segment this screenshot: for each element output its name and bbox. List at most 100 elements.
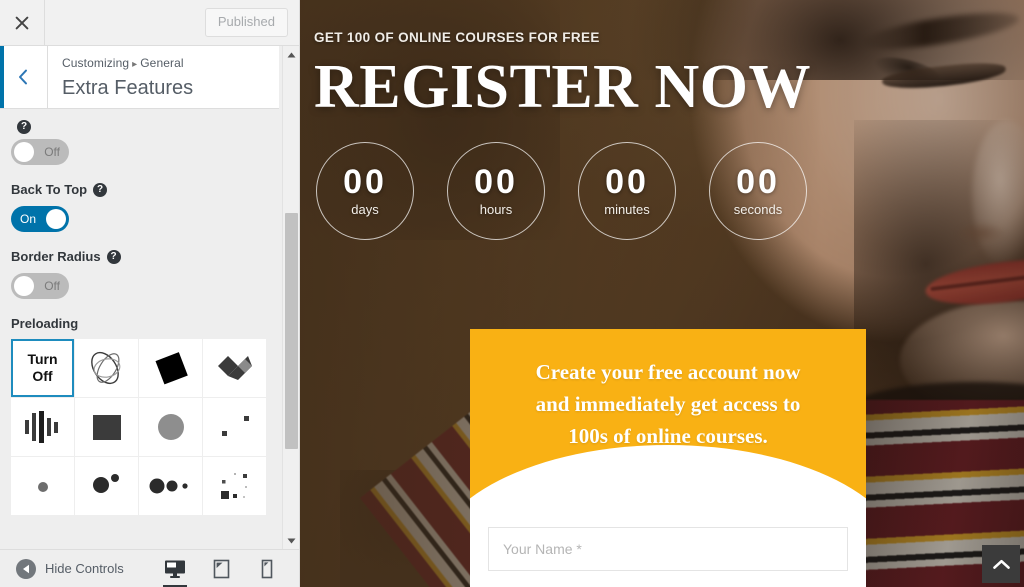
signup-form (470, 527, 866, 587)
single-dot-icon (37, 482, 48, 492)
countdown-value-minutes: 00 (605, 162, 649, 201)
breadcrumb-separator-icon: ▸ (132, 59, 138, 70)
preloader-option-two-dots[interactable] (75, 457, 138, 515)
countdown-value-seconds: 00 (736, 162, 780, 201)
close-icon (15, 16, 29, 29)
preloader-option-orbit-rings[interactable] (75, 339, 138, 397)
countdown-label-hours: hours (479, 201, 513, 217)
square-cluster-icon (220, 473, 247, 499)
preloader-option-two-small-squares[interactable] (203, 398, 266, 456)
signup-card: Create your free account now and immedia… (470, 329, 866, 587)
device-tablet-button[interactable] (207, 554, 235, 584)
chevron-left-icon (19, 69, 27, 85)
back-to-top-button[interactable] (982, 545, 1020, 583)
back-button[interactable] (0, 46, 48, 108)
breadcrumb-current: General (140, 56, 184, 70)
scroll-up-arrow-icon (287, 52, 295, 57)
preloading-label: Preloading (11, 316, 79, 331)
audio-bars-icon (24, 411, 58, 443)
control-back-to-top-label: Back To Top ? (11, 181, 279, 199)
hide-controls-button[interactable]: Hide Controls (0, 558, 124, 579)
help-icon[interactable]: ? (93, 183, 108, 197)
desktop-icon (165, 560, 185, 578)
screen-root: GET 100 OF ONLINE COURSES FOR FREE REGIS… (0, 0, 1024, 587)
sidebar-scrollbar[interactable] (282, 46, 299, 549)
toggle-unlabeled[interactable]: Off (11, 139, 69, 165)
site-preview-frame: GET 100 OF ONLINE COURSES FOR FREE REGIS… (300, 0, 1024, 587)
signup-card-heading-line3: 100s of online courses. (568, 424, 768, 448)
preloader-option-three-dots[interactable] (139, 457, 202, 515)
preloader-option-audio-bars[interactable] (11, 398, 74, 456)
countdown-cell-minutes: 00 minutes (578, 142, 676, 240)
toggle-back-to-top[interactable]: On (11, 206, 69, 232)
publish-area: Published (45, 8, 299, 37)
orbit-rings-icon (90, 351, 120, 385)
control-back-to-top-text: Back To Top (11, 182, 88, 197)
breadcrumb-root: Customizing (62, 56, 130, 70)
breadcrumb: Customizing ▸ General (62, 55, 193, 73)
customizer-footer: Hide Controls (0, 549, 299, 587)
device-desktop-button[interactable] (161, 554, 189, 587)
toggle-state-label: Off (44, 279, 60, 293)
two-dots-icon (92, 474, 119, 493)
control-border-radius: Border Radius ? Off (11, 248, 279, 299)
mobile-icon (261, 559, 273, 578)
preloader-turn-off-line2: Off (32, 368, 53, 384)
toggle-knob (46, 209, 66, 229)
control-border-radius-text: Border Radius (11, 249, 101, 264)
customizer-panel: Published Customizing ▸ General Extra Feat… (0, 0, 300, 587)
pulsing-square-icon (92, 415, 121, 440)
scroll-down-arrow-icon (287, 538, 295, 543)
preloader-option-pulsing-circle[interactable] (139, 398, 202, 456)
collapse-left-icon (16, 558, 36, 579)
device-preview-switcher (161, 554, 299, 587)
name-input[interactable] (488, 527, 848, 571)
page-title: Extra Features (62, 77, 194, 99)
chevron-up-icon (992, 559, 1010, 569)
countdown-label-days: days (351, 201, 379, 217)
countdown-timer: 00 days 00 hours 00 minutes 00 seconds (316, 142, 807, 240)
help-icon[interactable]: ? (106, 250, 121, 264)
help-icon[interactable]: ? (17, 120, 31, 134)
three-dots-icon (149, 478, 188, 494)
close-customizer-button[interactable] (0, 0, 45, 45)
countdown-value-days: 00 (343, 162, 387, 201)
preloader-turn-off-line1: Turn (27, 351, 58, 367)
signup-card-heading: Create your free account now and immedia… (470, 329, 866, 452)
signup-card-heading-line1: Create your free account now (535, 360, 801, 384)
device-mobile-button[interactable] (253, 554, 281, 584)
publish-button[interactable]: Published (204, 8, 288, 37)
customizer-section-header: Customizing ▸ General Extra Features (0, 46, 279, 109)
pulsing-circle-icon (157, 414, 184, 440)
toggle-border-radius[interactable]: Off (11, 273, 69, 299)
control-unlabeled-label: ? (11, 120, 279, 134)
countdown-label-minutes: minutes (604, 201, 650, 217)
scrollbar-down-button[interactable] (283, 532, 299, 549)
toggle-knob (14, 276, 34, 296)
preloader-option-pulsing-square[interactable] (75, 398, 138, 456)
preloader-option-square-cluster[interactable] (203, 457, 266, 515)
hide-controls-label: Hide Controls (45, 561, 124, 576)
countdown-cell-seconds: 00 seconds (709, 142, 807, 240)
countdown-cell-days: 00 days (316, 142, 414, 240)
preloader-option-turn-off[interactable]: Turn Off (11, 339, 74, 397)
scrollbar-thumb[interactable] (285, 213, 298, 449)
preloader-option-folding-cube[interactable] (203, 339, 266, 397)
signup-card-heading-line2: and immediately get access to (535, 392, 801, 416)
hero-headline: REGISTER NOW (314, 53, 811, 121)
preloader-option-single-dot[interactable] (11, 457, 74, 515)
toggle-knob (14, 142, 34, 162)
scrollbar-track[interactable] (285, 63, 298, 532)
two-small-squares-icon (221, 416, 249, 436)
customizer-controls: ? Off Back To Top ? On Border Radius ? O… (0, 110, 299, 549)
tablet-icon (213, 559, 229, 578)
rotating-square-icon (154, 352, 188, 385)
folding-cube-icon (217, 356, 252, 380)
scrollbar-up-button[interactable] (283, 46, 299, 63)
customizer-header: Published (0, 0, 299, 46)
countdown-value-hours: 00 (474, 162, 518, 201)
control-back-to-top: Back To Top ? On (11, 181, 279, 232)
preloader-option-rotating-square[interactable] (139, 339, 202, 397)
section-header-text: Customizing ▸ General Extra Features (48, 46, 193, 108)
hero-copy: GET 100 OF ONLINE COURSES FOR FREE REGIS… (314, 30, 811, 124)
